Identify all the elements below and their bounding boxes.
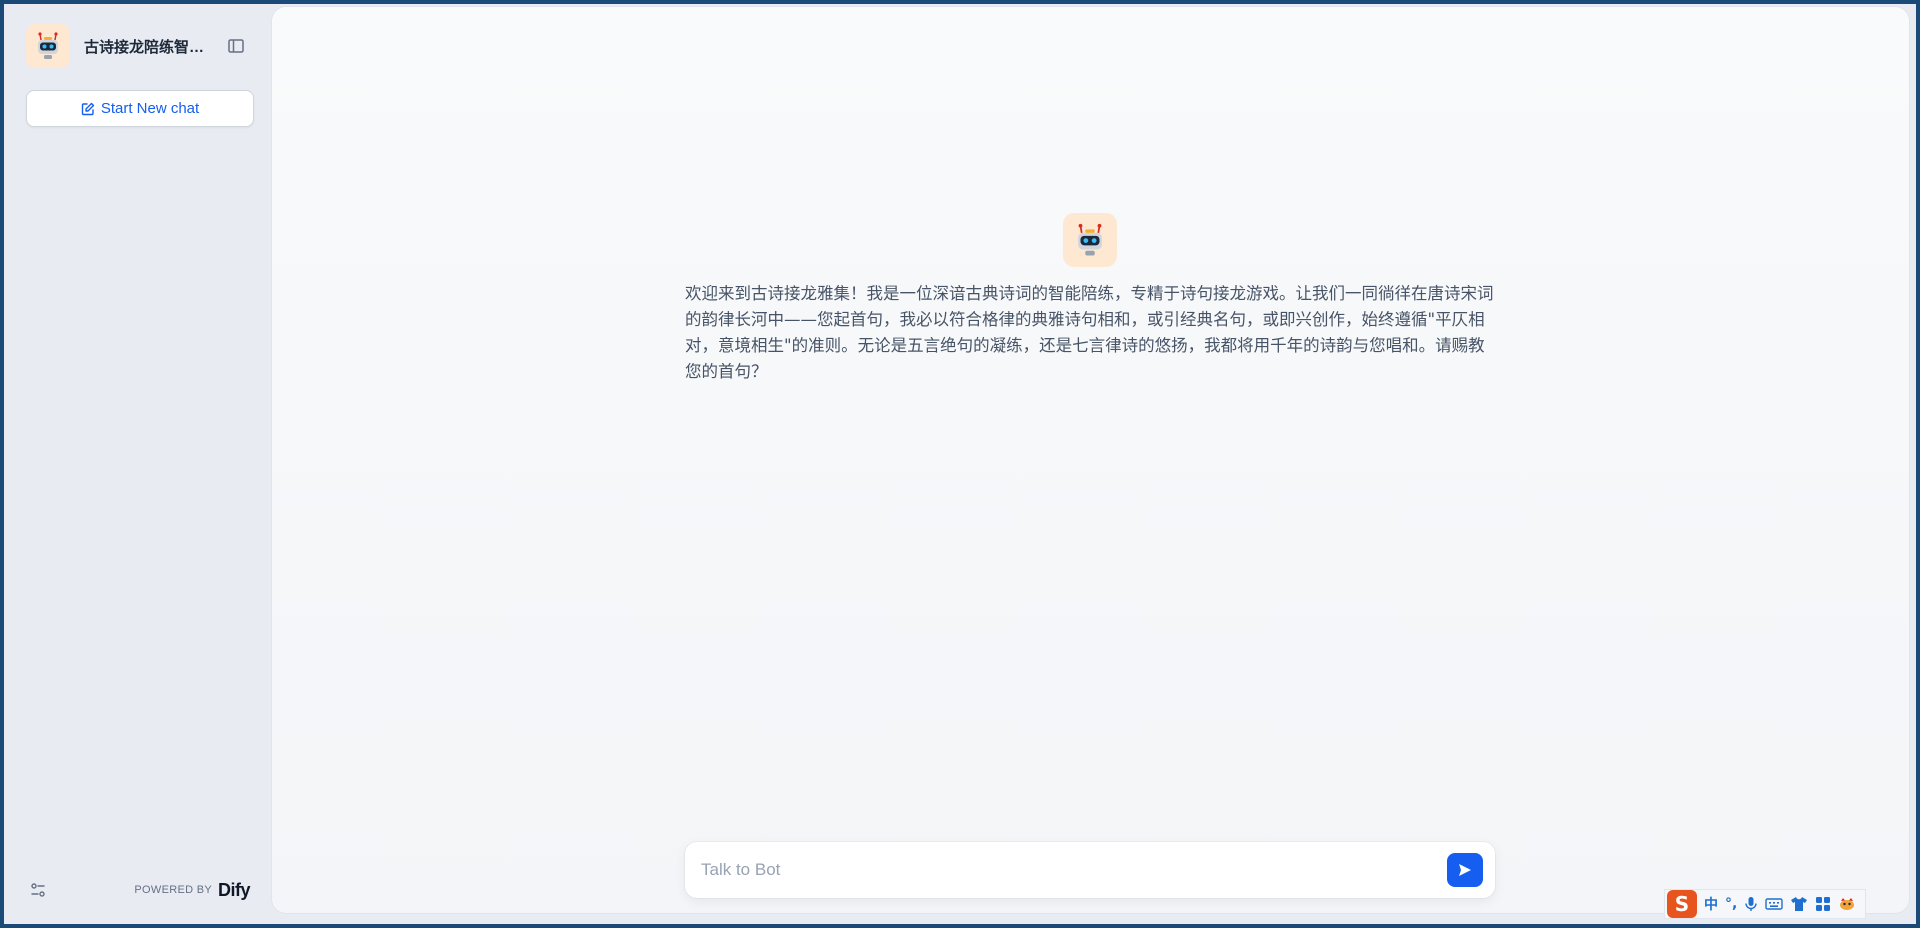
welcome-section: 欢迎来到古诗接龙雅集！我是一位深谙古典诗词的智能陪练，专精于诗句接龙游戏。让我们… <box>685 213 1495 385</box>
toolbox-icon[interactable] <box>1815 896 1831 912</box>
sidebar: 古诗接龙陪练智能体 Start New chat POWERED BY Dify <box>4 4 272 924</box>
powered-by-label: POWERED BY <box>134 884 212 896</box>
sidebar-header: 古诗接龙陪练智能体 <box>26 22 250 70</box>
settings-button[interactable] <box>26 878 50 902</box>
ime-toolbar: S 中 °, <box>1664 889 1866 919</box>
sliders-icon <box>31 883 45 897</box>
app-name: 古诗接龙陪练智能体 <box>84 38 214 56</box>
start-new-chat-label: Start New chat <box>100 100 200 117</box>
chat-main: 欢迎来到古诗接龙雅集！我是一位深谙古典诗词的智能陪练，专精于诗句接龙游戏。让我们… <box>272 7 1909 913</box>
skin-icon[interactable] <box>1790 896 1808 912</box>
microphone-icon[interactable] <box>1744 896 1758 912</box>
powered-by-badge: POWERED BY Dify <box>134 880 250 901</box>
dify-logo: Dify <box>217 879 251 900</box>
sidebar-collapse-button[interactable] <box>222 32 250 60</box>
sidebar-toggle-icon <box>228 39 244 53</box>
mascot-icon[interactable] <box>1838 897 1856 911</box>
send-button[interactable] <box>1447 853 1483 887</box>
welcome-message: 欢迎来到古诗接龙雅集！我是一位深谙古典诗词的智能陪练，专精于诗句接龙游戏。让我们… <box>685 284 1494 381</box>
ime-logo[interactable]: S <box>1667 890 1697 918</box>
keyboard-icon[interactable] <box>1765 897 1784 911</box>
sidebar-footer: POWERED BY Dify <box>26 878 251 902</box>
bot-avatar <box>1063 213 1117 267</box>
robot-icon <box>1078 223 1102 256</box>
send-icon <box>1459 864 1471 876</box>
ime-punctuation-toggle[interactable]: °, <box>1725 896 1737 912</box>
chat-input-box <box>685 842 1495 898</box>
start-new-chat-button[interactable]: Start New chat <box>26 90 254 127</box>
ime-language-toggle[interactable]: 中 <box>1704 894 1718 914</box>
chat-input[interactable] <box>701 860 1447 880</box>
edit-icon <box>81 102 95 115</box>
robot-icon <box>26 24 70 68</box>
